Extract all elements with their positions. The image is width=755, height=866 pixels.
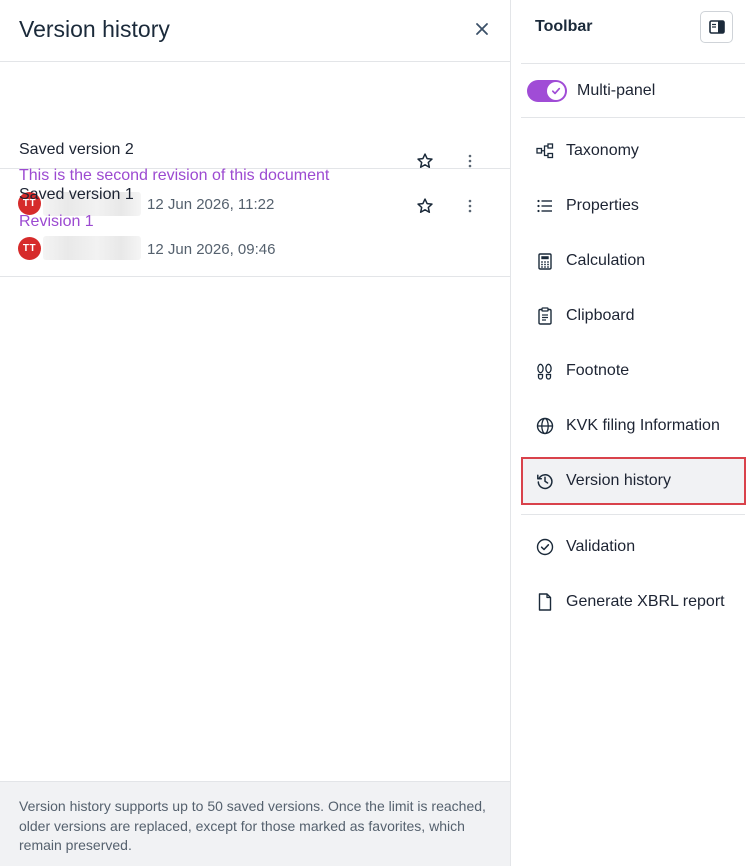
version-history-panel: Version history Saved version 2 This is … (0, 0, 511, 866)
check-icon (551, 86, 561, 96)
toolbar-item-version-history[interactable]: Version history (521, 457, 746, 505)
more-options-button[interactable] (461, 195, 479, 217)
star-icon (416, 152, 434, 170)
panel-layout-button[interactable] (700, 11, 733, 43)
list-icon (535, 197, 554, 216)
version-list-item[interactable]: Saved version 2 This is the second revis… (0, 62, 510, 216)
toolbar-item-label: Footnote (566, 362, 630, 379)
toolbar-item-footnote[interactable]: Footnote (522, 348, 746, 394)
favorite-button[interactable] (414, 195, 436, 217)
toggle-knob (547, 82, 565, 100)
toolbar-item-calculation[interactable]: Calculation (522, 238, 746, 284)
close-button[interactable] (470, 17, 494, 41)
taxonomy-icon (535, 142, 554, 161)
version-title: Saved version 2 (19, 141, 134, 158)
document-icon (535, 593, 554, 612)
toolbar-item-label: Calculation (566, 252, 646, 269)
toolbar-panel: Toolbar Multi-panel Taxonomy Properties (512, 0, 755, 866)
more-vertical-icon (468, 154, 472, 168)
redacted-author-name (43, 236, 141, 260)
toolbar-item-generate-xbrl-report[interactable]: Generate XBRL report (522, 579, 746, 625)
divider (521, 63, 745, 64)
toolbar-item-properties[interactable]: Properties (522, 183, 746, 229)
toolbar-item-label: Clipboard (566, 307, 635, 324)
check-circle-icon (535, 538, 554, 557)
multi-panel-label: Multi-panel (577, 82, 656, 99)
divider (521, 514, 745, 515)
divider (521, 117, 745, 118)
multi-panel-toggle[interactable]: Multi-panel (527, 79, 737, 103)
more-vertical-icon (468, 199, 472, 213)
toolbar-item-validation[interactable]: Validation (522, 524, 746, 570)
toolbar-title: Toolbar (535, 18, 593, 35)
version-date: 12 Jun 2026, 09:46 (147, 241, 276, 258)
version-list-item[interactable]: Saved version 1 Revision 1 TT 12 Jun 202… (0, 169, 510, 277)
avatar: TT (18, 237, 41, 260)
close-icon (475, 22, 489, 36)
panel-header: Version history (0, 0, 510, 62)
version-description: Revision 1 (19, 213, 94, 230)
panel-title: Version history (19, 16, 170, 42)
globe-icon (535, 417, 554, 436)
clipboard-icon (535, 307, 554, 326)
footprints-icon (535, 362, 554, 381)
toolbar-item-label: Properties (566, 197, 639, 214)
version-limit-note: Version history supports up to 50 saved … (0, 781, 510, 866)
panel-right-icon (708, 20, 725, 34)
star-icon (416, 197, 434, 215)
version-title: Saved version 1 (19, 186, 134, 203)
toolbar-item-kvk-filing-information[interactable]: KVK filing Information (522, 403, 746, 449)
toolbar-item-label: Generate XBRL report (566, 593, 725, 610)
toolbar-item-label: Version history (566, 472, 671, 489)
toolbar-item-label: Validation (566, 538, 636, 555)
toolbar-item-taxonomy[interactable]: Taxonomy (522, 128, 746, 174)
calculator-icon (535, 252, 554, 271)
toolbar-item-label: KVK filing Information (566, 417, 720, 434)
history-icon (535, 472, 554, 491)
toolbar-item-clipboard[interactable]: Clipboard (522, 293, 746, 339)
toggle-switch[interactable] (527, 80, 567, 102)
toolbar-item-label: Taxonomy (566, 142, 639, 159)
